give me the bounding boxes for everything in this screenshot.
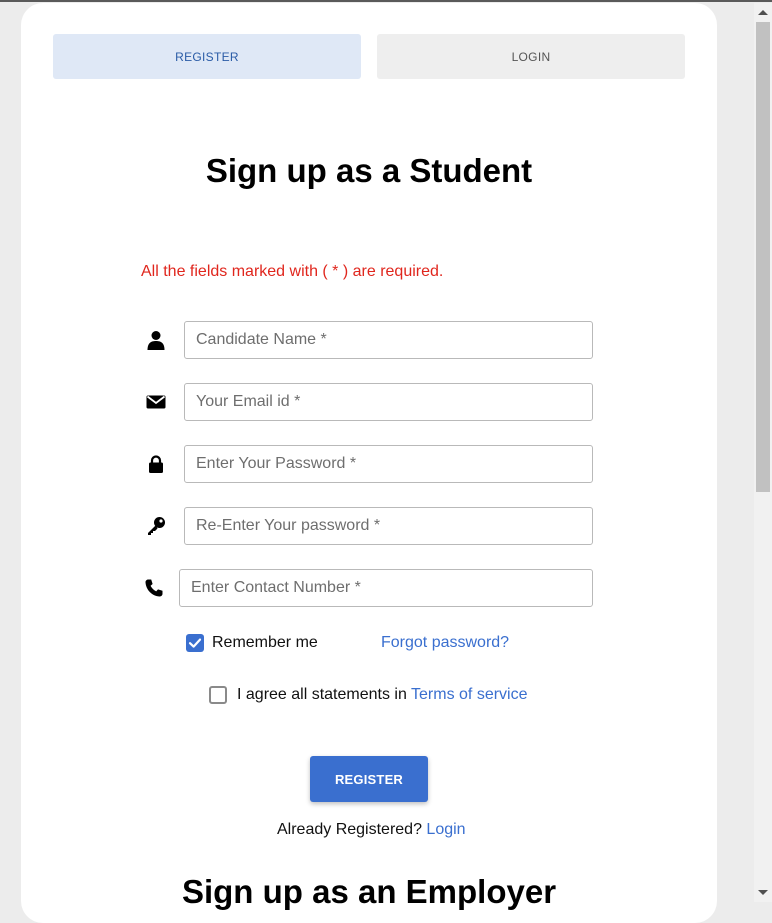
terms-of-service-link[interactable]: Terms of service	[411, 686, 527, 703]
required-fields-note: All the fields marked with ( * ) are req…	[141, 263, 444, 280]
employer-section-title: Sign up as an Employer	[181, 873, 557, 910]
key-icon	[144, 514, 168, 538]
page-title: Sign up as a Student	[205, 152, 533, 189]
login-link[interactable]: Login	[426, 821, 465, 838]
candidate-name-input[interactable]	[184, 321, 593, 359]
agree-terms-text: I agree all statements in	[237, 686, 407, 703]
envelope-icon	[144, 390, 168, 414]
window-top-border	[0, 0, 772, 2]
signup-card: REGISTER LOGIN Sign up as a Student All …	[21, 3, 717, 923]
contact-number-input[interactable]	[179, 569, 593, 607]
checkmark-icon	[188, 638, 202, 648]
forgot-password-link[interactable]: Forgot password?	[381, 634, 509, 652]
tab-login[interactable]: LOGIN	[377, 34, 685, 79]
password-input[interactable]	[184, 445, 593, 483]
agree-terms-label: I agree all statements in Terms of servi…	[237, 686, 528, 704]
scrollbar[interactable]	[754, 3, 772, 902]
agree-terms-checkbox[interactable]	[209, 686, 227, 704]
scroll-down-arrow-icon[interactable]	[758, 890, 768, 895]
user-icon	[144, 328, 168, 352]
email-input[interactable]	[184, 383, 593, 421]
tab-register[interactable]: REGISTER	[53, 34, 361, 79]
scroll-up-arrow-icon[interactable]	[758, 10, 768, 15]
remember-me-checkbox[interactable]	[186, 634, 204, 652]
scrollbar-thumb[interactable]	[756, 22, 770, 492]
already-registered-line: Already Registered? Login	[277, 821, 466, 839]
lock-icon	[144, 452, 168, 476]
already-registered-text: Already Registered?	[277, 821, 422, 838]
reenter-password-input[interactable]	[184, 507, 593, 545]
phone-icon	[142, 576, 166, 600]
register-button[interactable]: REGISTER	[310, 756, 428, 802]
remember-me-label: Remember me	[212, 634, 318, 651]
